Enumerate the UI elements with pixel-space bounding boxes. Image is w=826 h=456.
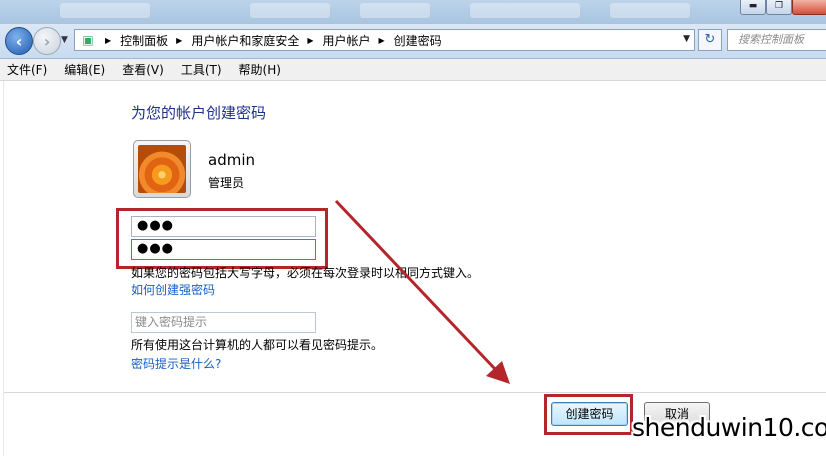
breadcrumb-item[interactable]: 创建密码 (394, 32, 442, 49)
address-bar[interactable]: ▣ ▶ 控制面板 ▶ 用户帐户和家庭安全 ▶ 用户帐户 ▶ 创建密码 ▼ (74, 29, 695, 51)
minimize-button[interactable]: ▬ (740, 0, 766, 15)
window-title-strip: ▬ ❐ (0, 0, 826, 24)
chevron-right-icon[interactable]: ▶ (105, 36, 111, 45)
background-tab (470, 3, 580, 18)
breadcrumb-item[interactable]: 用户帐户 (323, 32, 371, 49)
background-tab (250, 3, 330, 18)
annotation-arrow-icon (334, 199, 510, 384)
maximize-button[interactable]: ❐ (766, 0, 792, 15)
background-tab (60, 3, 150, 18)
site-watermark: shenduwin10.com (632, 413, 826, 442)
arrow-shaft (334, 199, 497, 371)
chevron-right-icon[interactable]: ▶ (307, 36, 313, 45)
control-panel-icon: ▣ (82, 33, 94, 47)
navigation-bar: ‹ › ▼ ▣ ▶ 控制面板 ▶ 用户帐户和家庭安全 ▶ 用户帐户 ▶ 创建密码… (0, 24, 826, 59)
close-button[interactable] (792, 0, 826, 15)
back-arrow-icon[interactable]: ‹ (5, 27, 33, 55)
chevron-right-icon[interactable]: ▶ (379, 36, 385, 45)
search-input[interactable]: 搜索控制面板 (727, 29, 826, 51)
menu-view[interactable]: 查看(V) (115, 61, 170, 78)
content-pane: 为您的帐户创建密码 admin 管理员 ●●● ●●● 如果您的密码包括大写字母… (0, 81, 826, 456)
address-dropdown-icon[interactable]: ▼ (683, 34, 690, 44)
forward-arrow-icon[interactable]: › (33, 27, 61, 55)
breadcrumb-item[interactable]: 控制面板 (120, 32, 168, 49)
menu-tools[interactable]: 工具(T) (174, 61, 228, 78)
recent-pages-dropdown-icon[interactable]: ▼ (61, 35, 68, 45)
menu-file[interactable]: 文件(F) (0, 61, 53, 78)
menu-help[interactable]: 帮助(H) (232, 61, 287, 78)
breadcrumb-item[interactable]: 用户帐户和家庭安全 (191, 32, 299, 49)
background-tab (360, 3, 430, 18)
refresh-icon[interactable]: ↻ (698, 29, 722, 51)
background-tab (610, 3, 690, 18)
menu-bar: 文件(F) 编辑(E) 查看(V) 工具(T) 帮助(H) (0, 59, 826, 81)
menu-edit[interactable]: 编辑(E) (57, 61, 111, 78)
chevron-right-icon[interactable]: ▶ (176, 36, 182, 45)
